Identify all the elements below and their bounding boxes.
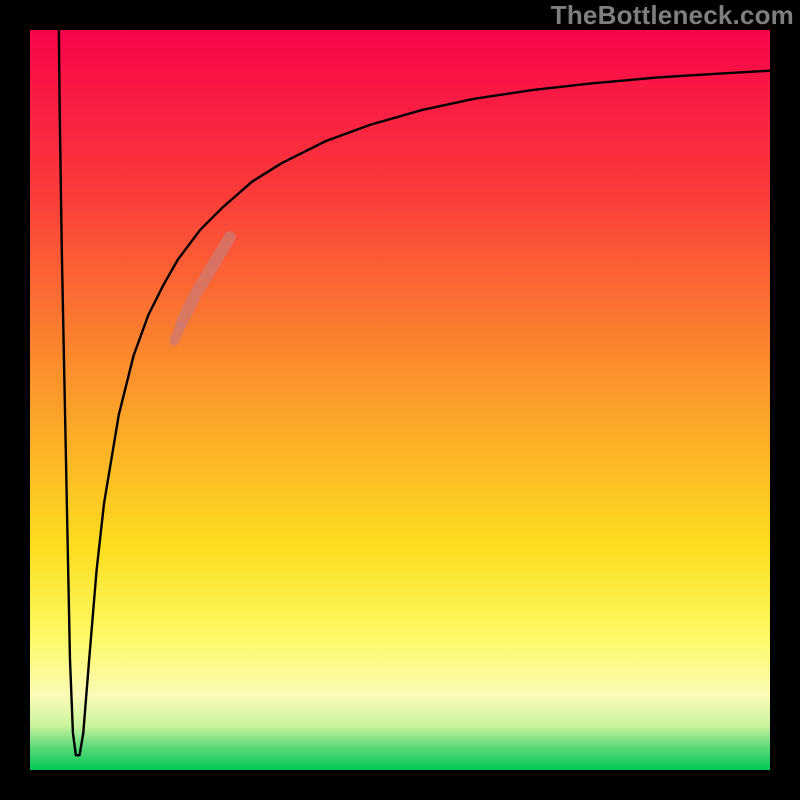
watermark-text: TheBottleneck.com: [551, 0, 794, 31]
gradient-plot-area: [30, 30, 770, 770]
bottleneck-chart: [0, 0, 800, 800]
chart-container: TheBottleneck.com: [0, 0, 800, 800]
series-highlight-dot-lower: [174, 326, 180, 341]
